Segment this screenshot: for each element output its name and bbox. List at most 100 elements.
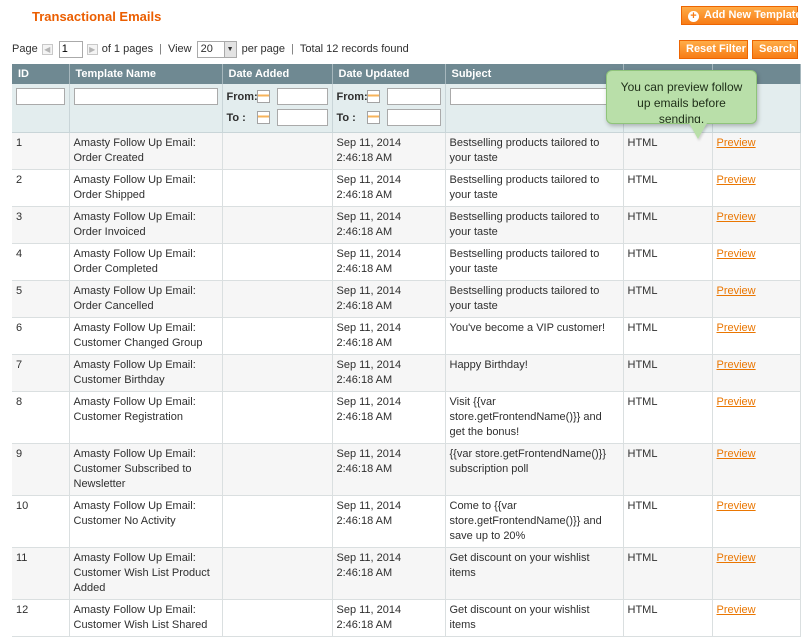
cell-type: HTML <box>623 391 713 444</box>
preview-link[interactable]: Preview <box>717 285 756 297</box>
cell-action: Preview <box>712 206 801 244</box>
preview-link[interactable]: Preview <box>717 396 756 408</box>
preview-link[interactable]: Preview <box>717 248 756 260</box>
cell-template-name: Amasty Follow Up Email: Order Shipped <box>69 169 223 207</box>
date-updated-to-input[interactable] <box>386 109 441 126</box>
pager-separator: | <box>159 43 162 55</box>
date-added-from-row: From: <box>227 88 328 105</box>
filter-id-input[interactable] <box>16 88 65 105</box>
cell-action: Preview <box>712 169 801 207</box>
table-row[interactable]: 11 Amasty Follow Up Email: Customer Wish … <box>12 547 801 600</box>
add-new-template-button[interactable]: + Add New Template <box>681 6 802 25</box>
next-page-arrow-icon[interactable]: ▶ <box>86 43 98 55</box>
cell-date-updated: Sep 11, 2014 2:46:18 AM <box>332 243 446 281</box>
cell-date-added <box>222 317 333 355</box>
cell-type: HTML <box>623 547 713 600</box>
search-button[interactable]: Search <box>752 40 798 59</box>
cell-date-added <box>222 495 333 548</box>
cell-date-added <box>222 547 333 600</box>
cell-type: HTML <box>623 317 713 355</box>
cell-template-name: Amasty Follow Up Email: Customer No Acti… <box>69 495 223 548</box>
column-header-date-updated[interactable]: Date Updated <box>332 64 446 84</box>
filter-cell-subject <box>445 84 624 133</box>
cell-subject: Bestselling products tailored to your ta… <box>445 243 624 281</box>
cell-template-name: Amasty Follow Up Email: Order Created <box>69 132 223 170</box>
cell-date-updated: Sep 11, 2014 2:46:18 AM <box>332 206 446 244</box>
table-row[interactable]: 6 Amasty Follow Up Email: Customer Change… <box>12 317 801 355</box>
cell-id: 10 <box>12 495 70 548</box>
per-page-select[interactable]: 20 ▼ <box>196 40 237 58</box>
cell-date-added <box>222 599 333 637</box>
reset-filter-button[interactable]: Reset Filter <box>679 40 748 59</box>
date-added-to-row: To : <box>227 109 328 126</box>
table-row[interactable]: 1 Amasty Follow Up Email: Order Created Se… <box>12 132 801 170</box>
table-row[interactable]: 9 Amasty Follow Up Email: Customer Subscr… <box>12 443 801 496</box>
preview-link[interactable]: Preview <box>717 359 756 371</box>
cell-action: Preview <box>712 132 801 170</box>
cell-date-updated: Sep 11, 2014 2:46:18 AM <box>332 354 446 392</box>
cell-subject: Bestselling products tailored to your ta… <box>445 206 624 244</box>
cell-date-added <box>222 206 333 244</box>
cell-id: 8 <box>12 391 70 444</box>
date-updated-to-row: To : <box>337 109 441 126</box>
column-header-id[interactable]: ID <box>12 64 70 84</box>
cell-type: HTML <box>623 443 713 496</box>
table-row[interactable]: 3 Amasty Follow Up Email: Order Invoiced S… <box>12 206 801 244</box>
templates-grid: ID Template Name Date Added Date Updated… <box>12 64 801 637</box>
date-updated-from-input[interactable] <box>386 88 441 105</box>
from-label: From: <box>336 90 368 103</box>
table-row[interactable]: 2 Amasty Follow Up Email: Order Shipped Se… <box>12 169 801 207</box>
page-number-input[interactable] <box>58 40 83 58</box>
column-header-template-name[interactable]: Template Name <box>69 64 223 84</box>
preview-link[interactable]: Preview <box>717 552 756 564</box>
filter-subject-input[interactable] <box>449 88 619 105</box>
table-row[interactable]: 12 Amasty Follow Up Email: Customer Wish … <box>12 599 801 637</box>
chevron-down-icon: ▼ <box>223 41 236 57</box>
cell-id: 12 <box>12 599 70 637</box>
filter-template-name-input[interactable] <box>73 88 218 105</box>
calendar-icon[interactable] <box>366 90 380 103</box>
filter-cell-name <box>69 84 223 133</box>
calendar-icon[interactable] <box>256 90 270 103</box>
calendar-icon[interactable] <box>366 111 380 124</box>
cell-date-updated: Sep 11, 2014 2:46:18 AM <box>332 495 446 548</box>
page-title: Transactional Emails <box>32 9 162 24</box>
from-label: From: <box>226 90 258 103</box>
cell-subject: Bestselling products tailored to your ta… <box>445 280 624 318</box>
cell-type: HTML <box>623 354 713 392</box>
cell-action: Preview <box>712 495 801 548</box>
table-row[interactable]: 4 Amasty Follow Up Email: Order Completed… <box>12 243 801 281</box>
previous-page-arrow-icon[interactable]: ◀ <box>41 43 53 55</box>
cell-date-updated: Sep 11, 2014 2:46:18 AM <box>332 391 446 444</box>
cell-template-name: Amasty Follow Up Email: Order Invoiced <box>69 206 223 244</box>
preview-link[interactable]: Preview <box>717 500 756 512</box>
cell-subject: Bestselling products tailored to your ta… <box>445 132 624 170</box>
cell-date-updated: Sep 11, 2014 2:46:18 AM <box>332 547 446 600</box>
preview-link[interactable]: Preview <box>717 448 756 460</box>
total-records: Total 12 records found <box>299 43 409 55</box>
column-header-date-added[interactable]: Date Added <box>222 64 333 84</box>
cell-date-updated: Sep 11, 2014 2:46:18 AM <box>332 317 446 355</box>
cell-action: Preview <box>712 317 801 355</box>
date-added-from-input[interactable] <box>276 88 328 105</box>
cell-template-name: Amasty Follow Up Email: Customer Wish Li… <box>69 599 223 637</box>
table-row[interactable]: 8 Amasty Follow Up Email: Customer Regist… <box>12 391 801 444</box>
cell-date-updated: Sep 11, 2014 2:46:18 AM <box>332 443 446 496</box>
cell-template-name: Amasty Follow Up Email: Order Completed <box>69 243 223 281</box>
preview-link[interactable]: Preview <box>717 322 756 334</box>
calendar-icon[interactable] <box>256 111 270 124</box>
table-row[interactable]: 7 Amasty Follow Up Email: Customer Birthd… <box>12 354 801 392</box>
table-row[interactable]: 10 Amasty Follow Up Email: Customer No Ac… <box>12 495 801 548</box>
preview-link[interactable]: Preview <box>717 137 756 149</box>
preview-link[interactable]: Preview <box>717 174 756 186</box>
table-row[interactable]: 5 Amasty Follow Up Email: Order Cancelled… <box>12 280 801 318</box>
preview-link[interactable]: Preview <box>717 604 756 616</box>
cell-id: 9 <box>12 443 70 496</box>
cell-template-name: Amasty Follow Up Email: Order Cancelled <box>69 280 223 318</box>
cell-template-name: Amasty Follow Up Email: Customer Wish Li… <box>69 547 223 600</box>
plus-icon: + <box>688 11 699 22</box>
filter-cell-id <box>12 84 70 133</box>
column-header-subject[interactable]: Subject <box>445 64 624 84</box>
date-added-to-input[interactable] <box>276 109 328 126</box>
preview-link[interactable]: Preview <box>717 211 756 223</box>
